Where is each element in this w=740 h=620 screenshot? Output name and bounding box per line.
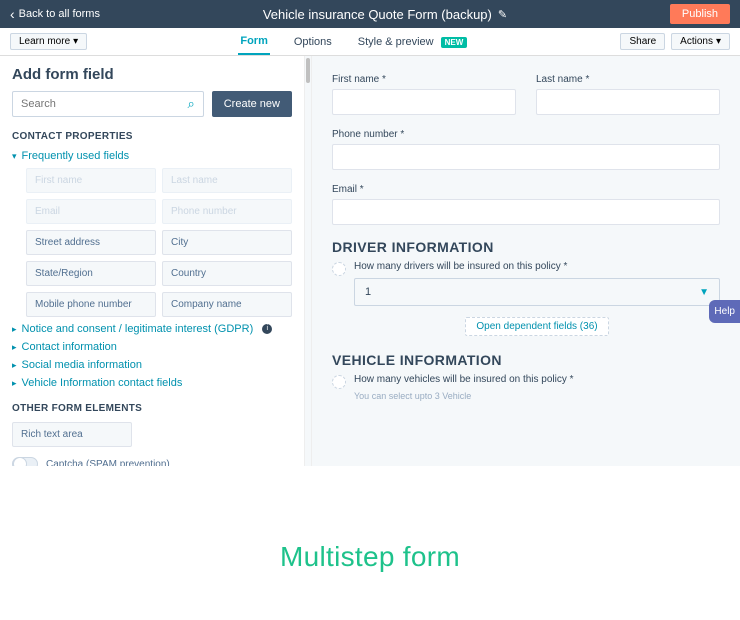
caret-down-icon: ▼ (699, 287, 709, 298)
left-panel: Add form field ⌕ Create new CONTACT PROP… (0, 56, 304, 466)
scrollbar-thumb[interactable] (306, 58, 310, 83)
search-icon: ⌕ (187, 96, 194, 112)
last-name-preview-label: Last name * (536, 74, 720, 85)
share-button[interactable]: Share (620, 33, 665, 50)
chevron-left-icon (10, 6, 15, 22)
chevron-right-icon: ▸ (12, 324, 17, 335)
field-state-region[interactable]: State/Region (26, 261, 156, 286)
vehicle-question-label: How many vehicles will be insured on thi… (354, 374, 720, 385)
info-icon[interactable]: i (262, 324, 272, 334)
chevron-down-icon: ▾ (12, 151, 17, 162)
learn-more-label: Learn more (19, 36, 70, 47)
pencil-icon[interactable]: ✎ (498, 8, 507, 21)
email-preview-label: Email * (332, 184, 720, 195)
chevron-down-icon: ▾ (73, 36, 78, 47)
step-marker-icon (332, 262, 346, 276)
social-label: Social media information (22, 359, 142, 371)
help-tab[interactable]: Help (709, 300, 740, 323)
learn-more-button[interactable]: Learn more ▾ (10, 33, 87, 50)
field-country[interactable]: Country (162, 261, 292, 286)
actions-button[interactable]: Actions ▾ (671, 33, 730, 50)
gdpr-toggle[interactable]: ▸ Notice and consent / legitimate intere… (12, 323, 292, 335)
open-dependent-fields-link[interactable]: Open dependent fields (36) (465, 317, 608, 336)
contact-info-toggle[interactable]: ▸ Contact information (12, 341, 292, 353)
step-marker-icon (332, 375, 346, 389)
captcha-label: Captcha (SPAM prevention) (46, 459, 170, 467)
first-name-preview-label: First name * (332, 74, 516, 85)
field-city[interactable]: City (162, 230, 292, 255)
search-input[interactable] (21, 98, 187, 110)
vehicle-hint-label: You can select upto 3 Vehicle (354, 391, 720, 401)
gdpr-label: Notice and consent / legitimate interest… (22, 323, 254, 335)
driver-count-select[interactable]: 1 ▼ (354, 278, 720, 306)
form-title: Vehicle insurance Quote Form (backup) (263, 7, 492, 22)
email-preview-input[interactable] (332, 199, 720, 225)
panel-divider (304, 56, 312, 466)
tab-options[interactable]: Options (292, 30, 334, 54)
new-badge: NEW (441, 37, 468, 48)
field-first-name[interactable]: First name (26, 168, 156, 193)
chevron-right-icon: ▸ (12, 360, 17, 371)
form-preview-panel: First name * Last name * Phone number * … (312, 56, 740, 466)
frequently-used-toggle[interactable]: ▾ Frequently used fields (12, 150, 292, 162)
page-caption: Multistep form (0, 541, 740, 573)
actions-label: Actions (680, 36, 713, 47)
last-name-preview-input[interactable] (536, 89, 720, 115)
field-last-name[interactable]: Last name (162, 168, 292, 193)
frequently-used-label: Frequently used fields (22, 150, 130, 162)
phone-preview-input[interactable] (332, 144, 720, 170)
contact-info-label: Contact information (22, 341, 117, 353)
add-field-heading: Add form field (12, 66, 292, 83)
search-input-wrapper[interactable]: ⌕ (12, 91, 204, 117)
captcha-toggle[interactable] (12, 457, 38, 466)
back-label: Back to all forms (19, 8, 100, 20)
vehicle-fields-label: Vehicle Information contact fields (22, 377, 183, 389)
publish-button[interactable]: Publish (670, 4, 730, 24)
driver-question-label: How many drivers will be insured on this… (354, 261, 720, 272)
other-elements-label: OTHER FORM ELEMENTS (12, 403, 292, 414)
driver-info-heading: DRIVER INFORMATION (332, 239, 720, 255)
field-phone-number[interactable]: Phone number (162, 199, 292, 224)
contact-properties-label: CONTACT PROPERTIES (12, 131, 292, 142)
chevron-down-icon: ▾ (716, 36, 721, 47)
field-mobile-phone[interactable]: Mobile phone number (26, 292, 156, 317)
chevron-right-icon: ▸ (12, 378, 17, 389)
phone-preview-label: Phone number * (332, 129, 720, 140)
create-new-button[interactable]: Create new (212, 91, 292, 117)
driver-count-value: 1 (365, 286, 371, 298)
first-name-preview-input[interactable] (332, 89, 516, 115)
field-street-address[interactable]: Street address (26, 230, 156, 255)
chevron-right-icon: ▸ (12, 342, 17, 353)
field-email[interactable]: Email (26, 199, 156, 224)
tab-style-label: Style & preview (358, 36, 434, 48)
field-company-name[interactable]: Company name (162, 292, 292, 317)
tab-form[interactable]: Form (238, 29, 270, 55)
back-to-forms-link[interactable]: Back to all forms (10, 6, 100, 22)
vehicle-fields-toggle[interactable]: ▸ Vehicle Information contact fields (12, 377, 292, 389)
social-toggle[interactable]: ▸ Social media information (12, 359, 292, 371)
rich-text-chip[interactable]: Rich text area (12, 422, 132, 447)
vehicle-info-heading: VEHICLE INFORMATION (332, 352, 720, 368)
tab-style-preview[interactable]: Style & preview NEW (356, 30, 470, 54)
